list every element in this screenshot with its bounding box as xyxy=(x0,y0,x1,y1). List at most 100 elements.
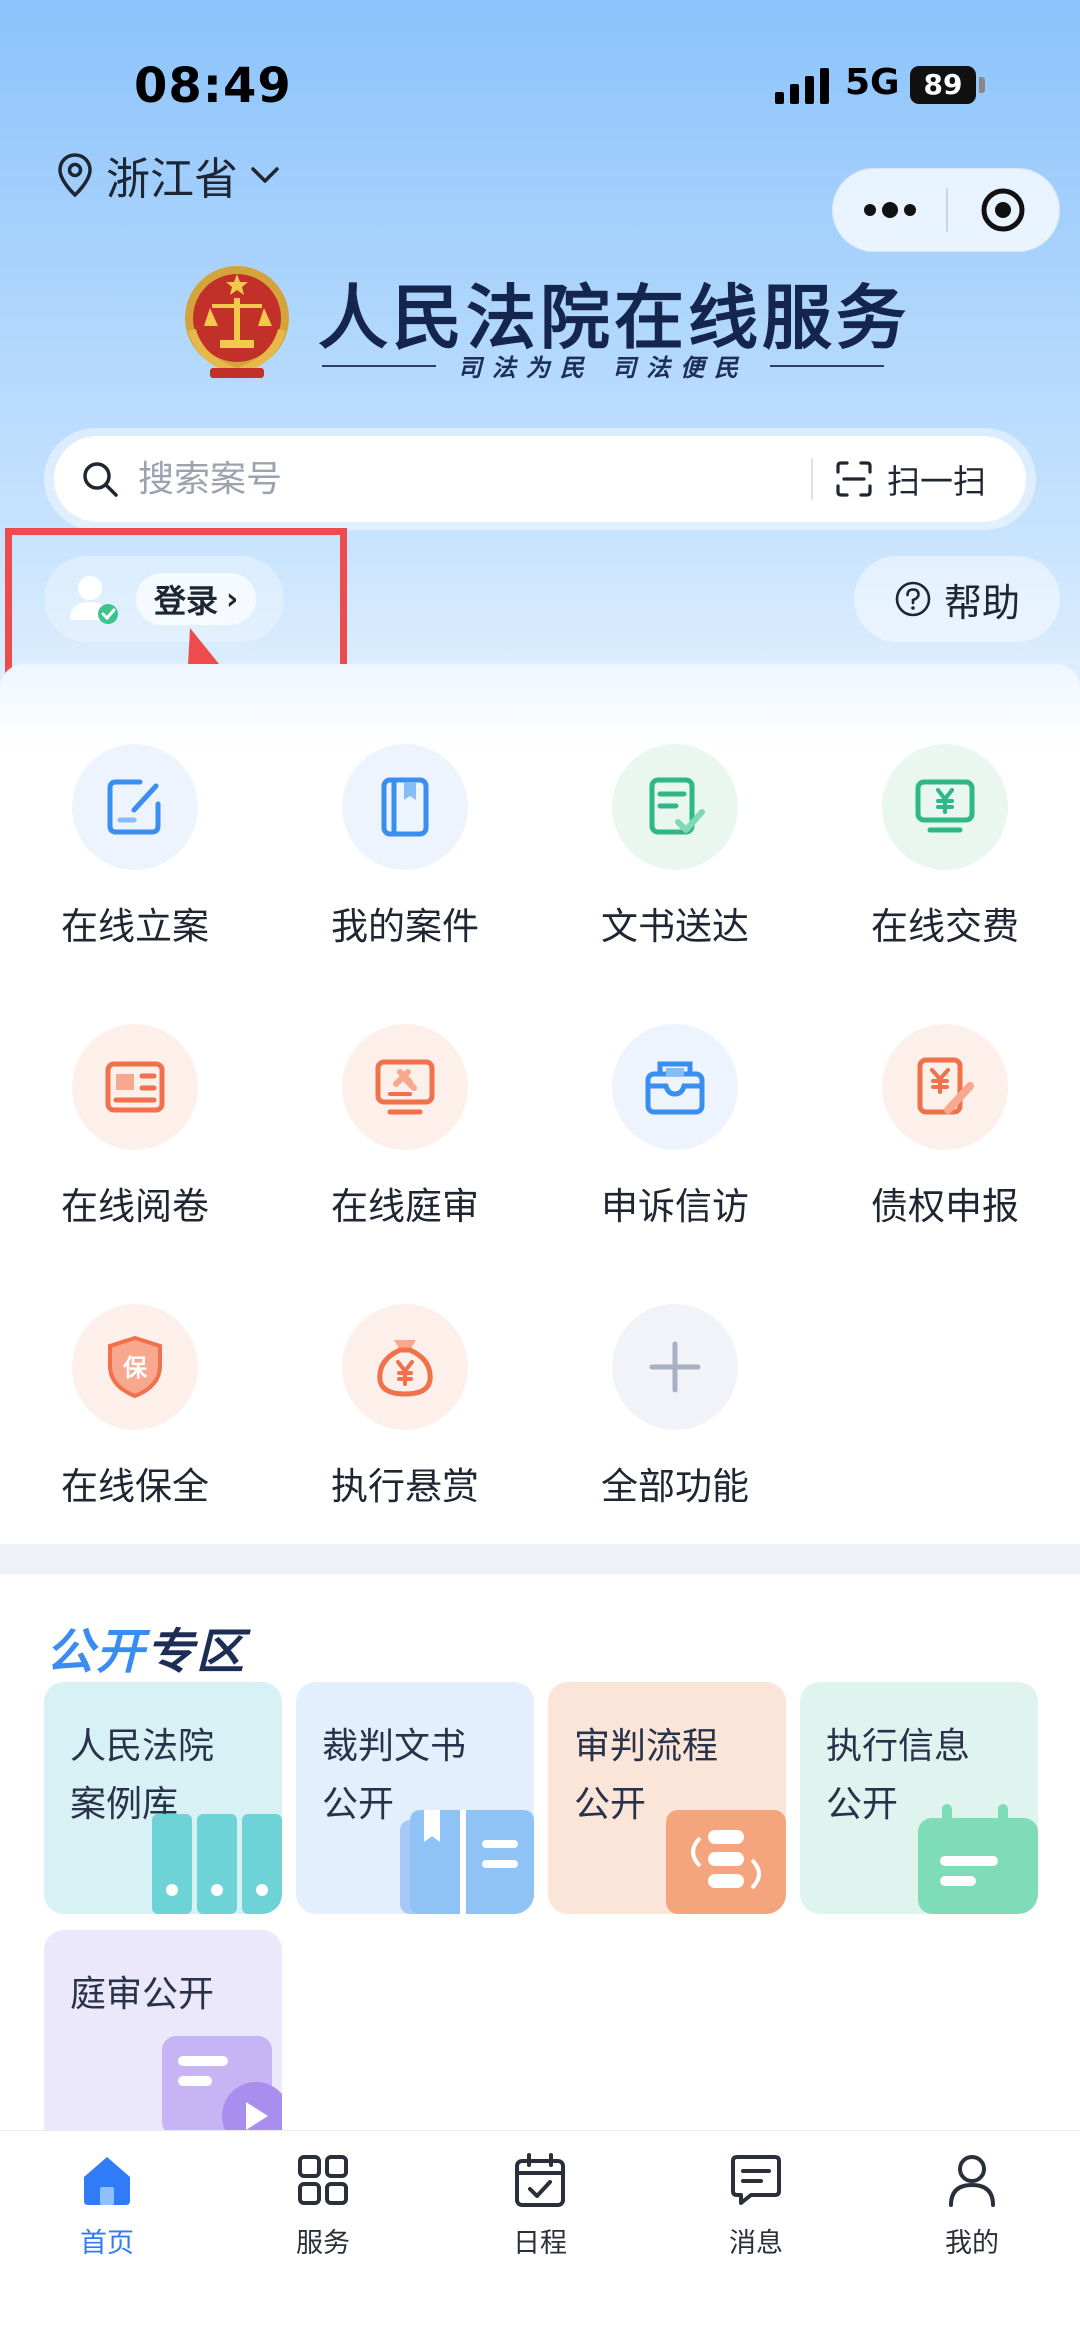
login-label: 登录 xyxy=(154,582,219,620)
edit-document-icon xyxy=(107,779,161,835)
service-label: 全部功能 xyxy=(601,1465,749,1508)
nav-profile[interactable]: 我的 xyxy=(897,2151,1047,2260)
service-icon-circle xyxy=(72,744,198,870)
service-online-filing[interactable]: 在线立案 xyxy=(35,744,235,950)
search-bar: 扫一扫 xyxy=(54,436,1026,522)
nav-label: 消息 xyxy=(729,2228,783,2259)
service-icon-circle xyxy=(612,1304,738,1430)
calendar-info-icon xyxy=(918,1804,1038,1914)
search-icon xyxy=(83,462,118,497)
nav-services[interactable]: 服务 xyxy=(248,2151,398,2260)
binders-icon xyxy=(152,1814,282,1914)
service-document-delivery[interactable]: 文书送达 xyxy=(575,744,775,950)
service-execution-reward[interactable]: 执行悬赏 xyxy=(305,1304,505,1510)
service-label: 债权申报 xyxy=(871,1185,1019,1228)
person-icon xyxy=(949,2155,995,2207)
flow-process-icon xyxy=(666,1810,786,1914)
more-button[interactable] xyxy=(833,168,946,252)
service-claim-declaration[interactable]: 债权申报 xyxy=(845,1024,1045,1230)
gavel-monitor-icon xyxy=(375,1059,435,1115)
calendar-check-icon xyxy=(515,2153,565,2207)
nav-messages[interactable]: 消息 xyxy=(681,2151,831,2260)
public-zone-title: 公开专区 xyxy=(46,1612,246,1682)
grid-icon xyxy=(298,2155,348,2205)
location-pin-icon xyxy=(58,153,92,198)
service-label: 在线立案 xyxy=(61,905,209,948)
case-book-icon xyxy=(381,777,429,837)
user-avatar-icon xyxy=(70,576,118,624)
help-button[interactable]: 帮助 xyxy=(854,556,1060,642)
service-online-review[interactable]: 在线阅卷 xyxy=(35,1024,235,1230)
scan-button[interactable]: 扫一扫 xyxy=(835,455,986,503)
service-label: 在线保全 xyxy=(61,1465,209,1508)
claim-edit-icon xyxy=(917,1057,974,1115)
document-check-icon xyxy=(649,777,705,835)
service-label: 在线交费 xyxy=(871,905,1019,948)
service-all-functions[interactable]: 全部功能 xyxy=(575,1304,775,1510)
login-button[interactable]: 登录 › xyxy=(136,573,257,625)
nav-home[interactable]: 首页 xyxy=(32,2151,182,2260)
chevron-right-icon: › xyxy=(226,581,239,617)
scan-icon xyxy=(836,461,872,497)
section-separator xyxy=(0,1544,1080,1574)
card-execution-info[interactable]: 执行信息 公开 xyxy=(800,1682,1038,1914)
service-label: 我的案件 xyxy=(331,905,479,948)
nav-label: 服务 xyxy=(296,2228,350,2259)
service-label: 在线庭审 xyxy=(331,1185,479,1228)
card-line1: 执行信息 xyxy=(826,1726,971,1767)
card-judgment-docs[interactable]: 裁判文书 公开 xyxy=(296,1682,534,1914)
nav-label: 首页 xyxy=(80,2228,134,2259)
service-label: 执行悬赏 xyxy=(331,1465,479,1508)
open-book-icon xyxy=(400,1810,534,1914)
mailbox-icon xyxy=(645,1061,705,1115)
search-input[interactable] xyxy=(138,458,811,500)
service-label: 在线阅卷 xyxy=(61,1185,209,1228)
service-icon-circle: 保 xyxy=(72,1304,198,1430)
search-divider xyxy=(811,458,813,500)
status-time: 08:49 xyxy=(134,58,292,114)
chevron-down-icon xyxy=(251,167,279,183)
miniprogram-capsule xyxy=(832,168,1060,252)
public-zone-title-part1: 公开 xyxy=(46,1624,147,1680)
service-online-payment[interactable]: 在线交费 xyxy=(845,744,1045,950)
service-online-trial[interactable]: 在线庭审 xyxy=(305,1024,505,1230)
service-online-preservation[interactable]: 保 在线保全 xyxy=(35,1304,235,1510)
svg-text:保: 保 xyxy=(122,1354,148,1382)
home-icon xyxy=(84,2157,130,2205)
card-line1: 人民法院 xyxy=(70,1726,215,1767)
signal-icon xyxy=(775,68,829,104)
service-my-cases[interactable]: 我的案件 xyxy=(305,744,505,950)
public-zone-title-part2: 专区 xyxy=(146,1624,247,1680)
location-selector[interactable]: 浙江省 xyxy=(56,146,280,205)
service-petition[interactable]: 申诉信访 xyxy=(575,1024,775,1230)
battery-indicator: 89 xyxy=(910,66,976,104)
card-case-library[interactable]: 人民法院 案例库 xyxy=(44,1682,282,1914)
card-trial-broadcast[interactable]: 庭审公开 xyxy=(44,1930,282,2130)
location-label: 浙江省 xyxy=(106,154,238,205)
service-icon-circle xyxy=(342,744,468,870)
nav-schedule[interactable]: 日程 xyxy=(465,2151,615,2260)
slogan-line-right xyxy=(770,364,885,367)
bottom-navigation: 首页 服务 日程 消息 我的 xyxy=(0,2130,1080,2348)
nav-label: 我的 xyxy=(945,2228,999,2259)
service-icon-circle xyxy=(612,744,738,870)
battery-tip xyxy=(979,77,985,93)
payment-monitor-icon xyxy=(915,779,975,833)
slogan-text: 司法为民 司法便民 xyxy=(457,354,749,382)
video-broadcast-icon xyxy=(162,2036,282,2130)
service-label: 文书送达 xyxy=(601,905,749,948)
login-area[interactable]: 登录 › xyxy=(44,556,284,642)
help-icon xyxy=(895,581,931,617)
service-icon-circle xyxy=(882,1024,1008,1150)
close-miniprogram-button[interactable] xyxy=(948,168,1059,252)
service-icon-circle xyxy=(342,1024,468,1150)
message-icon xyxy=(731,2155,781,2205)
money-bag-icon xyxy=(377,1340,433,1397)
more-dots-icon xyxy=(863,202,916,218)
service-icon-circle xyxy=(72,1024,198,1150)
service-icon-circle xyxy=(882,744,1008,870)
shield-icon: 保 xyxy=(108,1335,162,1399)
network-type: 5G xyxy=(845,62,900,103)
card-trial-process[interactable]: 审判流程 公开 xyxy=(548,1682,786,1914)
service-icon-circle xyxy=(612,1024,738,1150)
